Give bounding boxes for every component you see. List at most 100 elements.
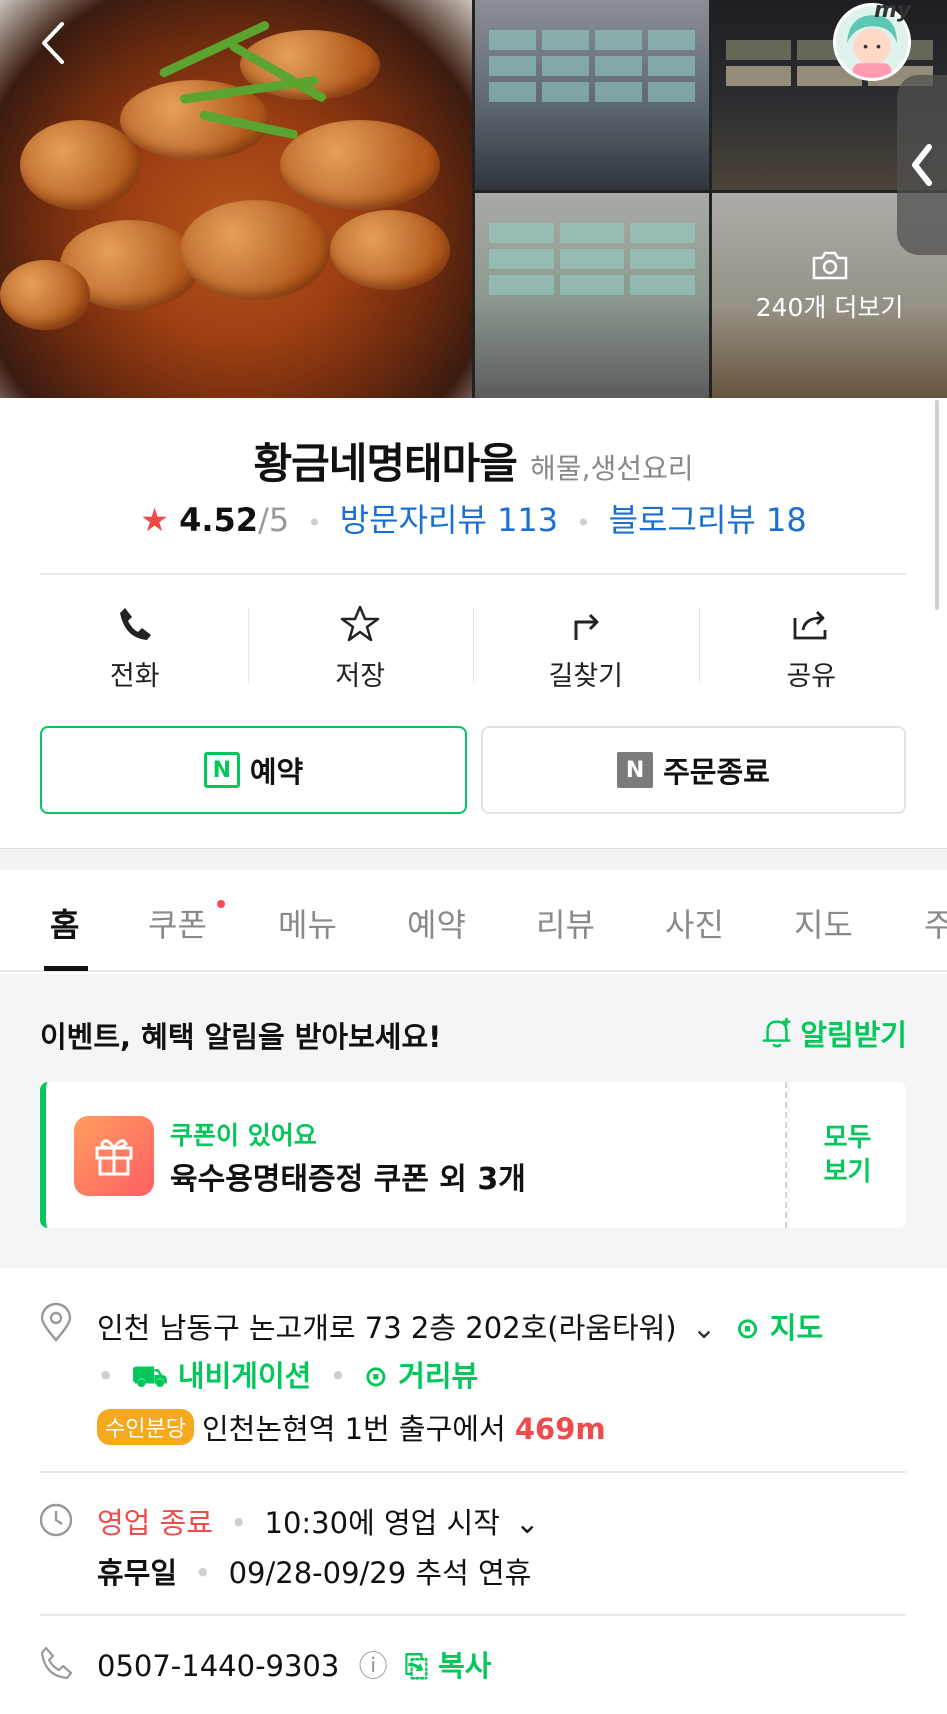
hours-expand-chevron-icon[interactable]: ⌄ bbox=[515, 1506, 539, 1540]
map-link[interactable]: ⊙ 지도 bbox=[735, 1311, 823, 1345]
tab-map[interactable]: 지도 bbox=[794, 900, 853, 946]
holiday-text: 09/28-09/29 추석 연휴 bbox=[228, 1556, 532, 1590]
rating-row: ★ 4.52/5 • 방문자리뷰 113 • 블로그리뷰 18 bbox=[0, 495, 947, 541]
share-button[interactable]: 공유 bbox=[698, 590, 925, 700]
call-button[interactable]: 전화 bbox=[22, 590, 248, 700]
address-links-row: • ⛟ 내비게이션 • ⊙ 거리뷰 bbox=[97, 1353, 478, 1397]
active-tab-indicator bbox=[44, 966, 88, 971]
place-title-row: 황금네명태마을 해물,생선요리 bbox=[0, 430, 947, 491]
section-divider bbox=[0, 848, 947, 870]
photo-gallery[interactable]: 240개 더보기 bbox=[0, 0, 947, 398]
separator-dot: • bbox=[329, 1359, 347, 1393]
star-icon: ★ bbox=[140, 501, 169, 539]
address-expand-chevron-icon[interactable]: ⌄ bbox=[692, 1311, 716, 1345]
coupon-card[interactable]: 쿠폰이 있어요 육수용명태증정 쿠폰 외 3개 bbox=[40, 1082, 787, 1228]
alarm-subscribe-button[interactable]: 알림받기 bbox=[760, 1012, 907, 1054]
visitor-reviews-link[interactable]: 방문자리뷰 113 bbox=[340, 501, 558, 539]
share-label: 공유 bbox=[786, 661, 837, 692]
open-time-text: 10:30에 영업 시작 bbox=[264, 1506, 500, 1540]
tab-bar: 홈 쿠폰 메뉴 예약 리뷰 사진 지도 주 bbox=[0, 870, 947, 972]
alarm-label: 알림받기 bbox=[800, 1018, 907, 1052]
tab-coupon[interactable]: 쿠폰 bbox=[148, 900, 207, 946]
side-panel-toggle[interactable] bbox=[897, 75, 947, 255]
address-row: 인천 남동구 논고개로 73 2층 202호(라움타워) ⌄ ⊙ 지도 bbox=[97, 1305, 823, 1347]
separator-dot: • bbox=[230, 1506, 248, 1540]
tab-menu[interactable]: 메뉴 bbox=[278, 900, 337, 946]
new-badge-dot bbox=[217, 900, 225, 908]
navigation-link[interactable]: ⛟ 내비게이션 bbox=[131, 1359, 321, 1393]
tab-photo[interactable]: 사진 bbox=[665, 900, 724, 946]
holiday-label: 휴무일 bbox=[97, 1556, 178, 1590]
distance-value: 469m bbox=[514, 1412, 606, 1446]
rating-value: 4.52 bbox=[179, 501, 259, 539]
reserve-button[interactable]: N 예약 bbox=[40, 726, 467, 814]
save-label: 저장 bbox=[335, 661, 386, 692]
naver-booking-icon: N bbox=[203, 752, 240, 788]
action-bar: 전화 저장 길찾기 공유 bbox=[22, 590, 924, 700]
pin-icon: ⊙ bbox=[735, 1311, 760, 1345]
streetview-pin-icon: ⊙ bbox=[363, 1359, 389, 1393]
tab-review[interactable]: 리뷰 bbox=[536, 900, 595, 946]
station-text: 인천논현역 1번 출구에서 bbox=[201, 1412, 515, 1446]
car-icon: ⛟ bbox=[131, 1359, 168, 1393]
address-text: 인천 남동구 논고개로 73 2층 202호(라움타워) bbox=[97, 1311, 677, 1345]
separator-dot: • bbox=[307, 509, 322, 537]
divider bbox=[40, 573, 906, 575]
more-photos-button[interactable]: 240개 더보기 bbox=[712, 250, 947, 324]
phone-outline-icon bbox=[40, 1646, 73, 1680]
hours-row[interactable]: 영업 종료 • 10:30에 영업 시작 ⌄ bbox=[97, 1500, 539, 1542]
order-label: 주문종료 bbox=[663, 755, 770, 789]
camera-icon bbox=[812, 251, 847, 280]
share-icon bbox=[793, 611, 827, 640]
bell-plus-icon bbox=[762, 1017, 791, 1048]
streetview-label: 거리뷰 bbox=[398, 1359, 479, 1393]
info-circle-icon[interactable]: ⓘ bbox=[359, 1649, 388, 1683]
directions-button[interactable]: 길찾기 bbox=[473, 590, 699, 700]
navigation-label: 내비게이션 bbox=[177, 1359, 312, 1393]
separator-dot: • bbox=[576, 509, 591, 537]
directions-icon bbox=[574, 613, 599, 640]
phone-row: 0507-1440-9303 ⓘ ⎘ 복사 bbox=[97, 1643, 491, 1685]
chevron-left-icon bbox=[42, 22, 64, 64]
place-category: 해물,생선요리 bbox=[530, 452, 694, 485]
divider bbox=[40, 1471, 906, 1473]
blog-reviews-link[interactable]: 블로그리뷰 18 bbox=[609, 501, 807, 539]
place-name: 황금네명태마을 bbox=[253, 439, 517, 488]
building-photo-1[interactable] bbox=[475, 0, 709, 190]
tab-reservation[interactable]: 예약 bbox=[407, 900, 466, 946]
naver-order-icon: N bbox=[617, 752, 654, 788]
view-all-line1: 모두 bbox=[823, 1123, 872, 1153]
copy-label: 복사 bbox=[438, 1649, 492, 1683]
streetview-link[interactable]: ⊙ 거리뷰 bbox=[364, 1359, 478, 1393]
gift-icon bbox=[74, 1116, 154, 1196]
copy-icon: ⎘ bbox=[404, 1649, 428, 1683]
coupon-desc-count: 3개 bbox=[477, 1162, 526, 1197]
star-outline-icon bbox=[341, 605, 380, 642]
divider bbox=[40, 1614, 906, 1616]
event-section: 이벤트, 혜택 알림을 받아보세요! 알림받기 쿠폰이 있어요 육수용명태증정 … bbox=[0, 974, 947, 1268]
tab-more[interactable]: 주 bbox=[924, 900, 947, 946]
copy-button[interactable]: ⎘ 복사 bbox=[405, 1649, 492, 1683]
holiday-row: 휴무일 • 09/28-09/29 추석 연휴 bbox=[97, 1550, 531, 1592]
coupon-desc-main: 육수용명태증정 쿠폰 외 bbox=[170, 1162, 478, 1197]
reserve-label: 예약 bbox=[249, 755, 304, 789]
map-link-label: 지도 bbox=[769, 1311, 824, 1345]
business-status: 영업 종료 bbox=[97, 1506, 213, 1540]
save-button[interactable]: 저장 bbox=[247, 590, 474, 700]
subway-line-badge: 수인분당 bbox=[97, 1409, 194, 1445]
back-button[interactable] bbox=[34, 18, 74, 68]
clock-icon bbox=[39, 1503, 73, 1537]
phone-number[interactable]: 0507-1440-9303 bbox=[97, 1649, 339, 1683]
order-closed-button[interactable]: N 주문종료 bbox=[481, 726, 906, 814]
separator-dot: • bbox=[194, 1556, 212, 1590]
rating-max: /5 bbox=[258, 501, 290, 539]
view-all-coupons-button[interactable]: 모두 보기 bbox=[789, 1082, 906, 1228]
building-photo-3[interactable] bbox=[475, 193, 709, 398]
location-pin-icon bbox=[40, 1302, 72, 1342]
tab-home[interactable]: 홈 bbox=[50, 900, 79, 946]
separator-dot: • bbox=[97, 1359, 115, 1393]
chevron-left-icon bbox=[912, 144, 932, 186]
subway-row: 수인분당 인천논현역 1번 출구에서 469m bbox=[97, 1406, 606, 1448]
directions-label: 길찾기 bbox=[548, 661, 624, 692]
my-label: my bbox=[874, 0, 912, 23]
